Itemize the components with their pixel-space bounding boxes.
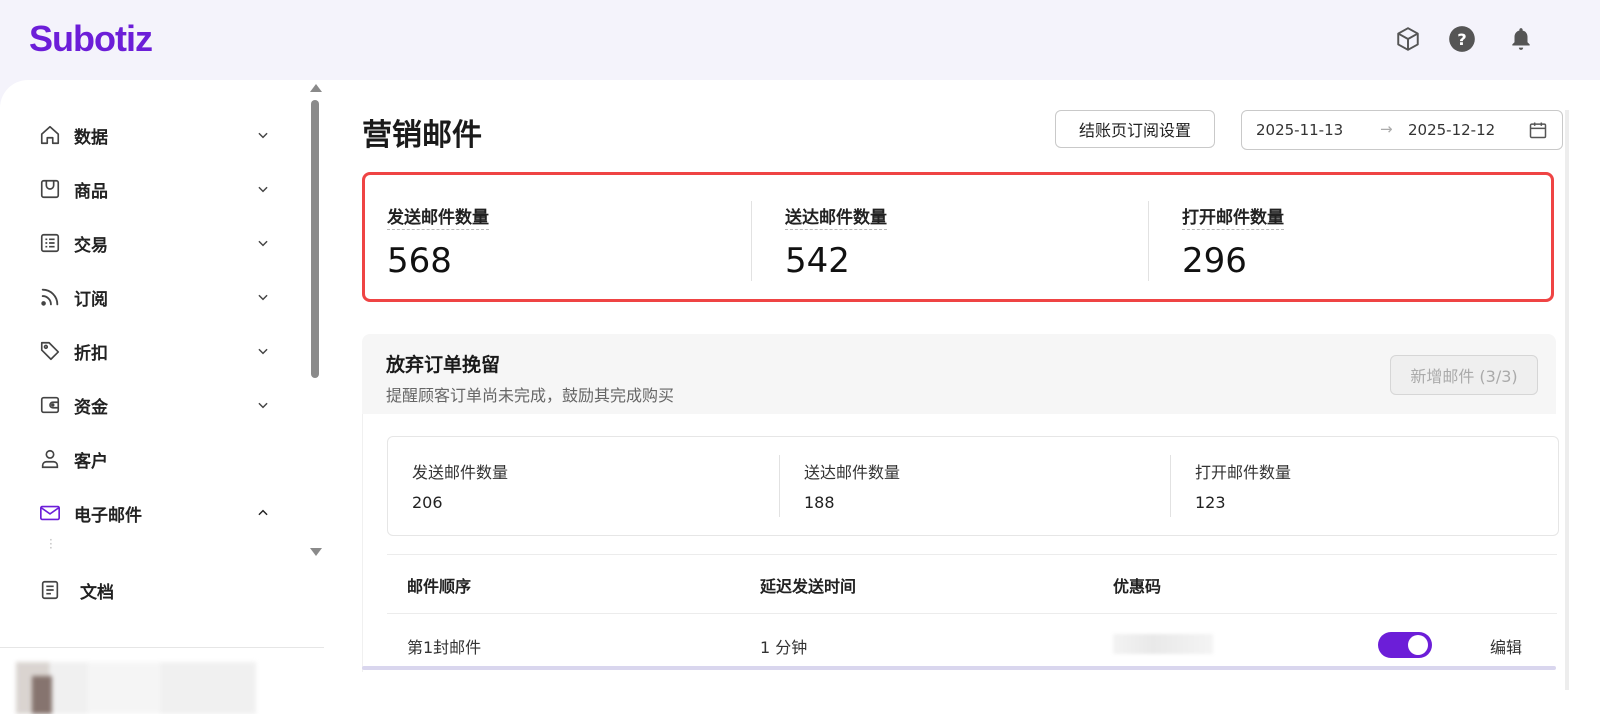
column-header-order: 邮件顺序 xyxy=(407,577,472,596)
sidebar-item-transactions[interactable]: 交易 xyxy=(0,223,290,263)
stat-value: 206 xyxy=(412,493,443,512)
summary-stats-panel: 发送邮件数量 568 送达邮件数量 542 打开邮件数量 296 xyxy=(362,172,1554,302)
user-icon xyxy=(38,447,62,471)
sidebar-item-label: 交易 xyxy=(74,235,108,256)
sidebar-divider xyxy=(0,647,324,648)
chevron-down-icon xyxy=(254,180,272,198)
sidebar-item-funds[interactable]: 资金 xyxy=(0,385,290,425)
sidebar-item-label: 折扣 xyxy=(74,343,108,364)
chevron-down-icon xyxy=(254,342,272,360)
abandoned-order-section-body: 发送邮件数量 206 送达邮件数量 188 打开邮件数量 123 邮件顺序 延迟… xyxy=(362,414,1559,672)
section-title: 放弃订单挽留 xyxy=(386,354,501,376)
end-date-input[interactable]: 2025-12-12 xyxy=(1408,121,1495,139)
coupon-code-blurred xyxy=(1113,634,1213,654)
sidebar-item-label: 客户 xyxy=(74,451,108,472)
sidebar-item-email[interactable]: 电子邮件 xyxy=(0,493,290,533)
stat-value: 123 xyxy=(1195,493,1226,512)
main-content: 营销邮件 结账页订阅设置 2025-11-13 → 2025-12-12 发送邮… xyxy=(324,80,1600,714)
edit-link[interactable]: 编辑 xyxy=(1490,634,1522,658)
chevron-down-icon xyxy=(254,288,272,306)
divider xyxy=(751,201,752,281)
user-account-blurred[interactable] xyxy=(16,662,256,714)
mail-icon xyxy=(38,501,62,525)
email-order-cell: 第1封邮件 xyxy=(407,638,482,657)
stat-label: 打开邮件数量 xyxy=(1195,463,1292,482)
abandoned-order-section-header: 放弃订单挽留 提醒顾客订单尚未完成，鼓励其完成购买 新增邮件 (3/3) xyxy=(362,334,1556,414)
stat-opened: 打开邮件数量 296 xyxy=(1160,175,1550,299)
sidebar-item-docs[interactable]: 文档 xyxy=(0,570,290,610)
divider xyxy=(1148,201,1149,281)
stat-label: 送达邮件数量 xyxy=(785,203,887,230)
sidebar-item-label: 电子邮件 xyxy=(74,505,142,526)
stat-label: 发送邮件数量 xyxy=(387,203,489,230)
sidebar-scroll-up[interactable] xyxy=(310,84,322,92)
sidebar-item-label: 商品 xyxy=(74,181,108,202)
sidebar: 数据 商品 交易 订阅 折扣 资金 客户 电子邮件 · · · 文档 xyxy=(0,80,325,714)
sidebar-scroll-down[interactable] xyxy=(310,548,322,556)
calendar-icon[interactable] xyxy=(1528,120,1548,140)
stat-delivered: 送达邮件数量 542 xyxy=(763,175,1153,299)
wallet-icon xyxy=(38,393,62,417)
section-subtitle: 提醒顾客订单尚未完成，鼓励其完成购买 xyxy=(386,386,675,405)
date-range-picker[interactable]: 2025-11-13 → 2025-12-12 xyxy=(1241,110,1563,150)
stat-label: 发送邮件数量 xyxy=(412,463,509,482)
sidebar-item-products[interactable]: 商品 xyxy=(0,169,290,209)
sidebar-item-discounts[interactable]: 折扣 xyxy=(0,331,290,371)
logo[interactable]: Subotiz xyxy=(29,18,153,60)
column-header-delay: 延迟发送时间 xyxy=(760,577,857,596)
chevron-up-icon xyxy=(254,504,272,522)
stat-label: 送达邮件数量 xyxy=(804,463,901,482)
list-icon xyxy=(38,231,62,255)
chevron-down-icon xyxy=(254,126,272,144)
delay-cell: 1 分钟 xyxy=(760,638,808,657)
stat-label: 打开邮件数量 xyxy=(1182,203,1284,230)
home-icon xyxy=(38,123,62,147)
store-icon xyxy=(38,177,62,201)
start-date-input[interactable]: 2025-11-13 xyxy=(1256,121,1343,139)
tag-icon xyxy=(38,339,62,363)
sidebar-item-label: 数据 xyxy=(74,127,108,148)
column-header-coupon: 优惠码 xyxy=(1113,577,1162,596)
svg-text:?: ? xyxy=(1457,30,1466,49)
section-stat-sent: 发送邮件数量 206 xyxy=(388,437,778,535)
chevron-down-icon xyxy=(254,234,272,252)
section-stat-delivered: 送达邮件数量 188 xyxy=(780,437,1170,535)
stat-value: 568 xyxy=(387,241,452,281)
page-title: 营销邮件 xyxy=(362,118,482,153)
sidebar-scrollbar[interactable] xyxy=(311,100,319,378)
rss-icon xyxy=(38,285,62,309)
help-icon[interactable]: ? xyxy=(1447,24,1477,54)
stat-value: 296 xyxy=(1182,241,1247,281)
document-icon xyxy=(38,578,62,602)
horizontal-scrollbar[interactable] xyxy=(362,666,1556,670)
main-scrollbar[interactable] xyxy=(1565,110,1569,690)
sidebar-item-label: 订阅 xyxy=(74,289,108,310)
sidebar-item-label: 资金 xyxy=(74,397,108,418)
add-email-button[interactable]: 新增邮件 (3/3) xyxy=(1390,355,1538,395)
package-icon[interactable] xyxy=(1393,24,1423,54)
checkout-subscription-settings-button[interactable]: 结账页订阅设置 xyxy=(1055,110,1215,148)
sidebar-item-data[interactable]: 数据 xyxy=(0,115,290,155)
table-header: 邮件顺序 延迟发送时间 优惠码 xyxy=(387,554,1557,614)
top-bar: Subotiz ? xyxy=(0,0,1600,80)
submenu-indicator: · · · xyxy=(49,533,53,555)
section-stat-opened: 打开邮件数量 123 xyxy=(1171,437,1561,535)
sidebar-item-subscriptions[interactable]: 订阅 xyxy=(0,277,290,317)
section-stats: 发送邮件数量 206 送达邮件数量 188 打开邮件数量 123 xyxy=(387,436,1559,536)
sidebar-item-label: 文档 xyxy=(80,582,114,603)
stat-value: 542 xyxy=(785,241,850,281)
sidebar-item-customers[interactable]: 客户 xyxy=(0,439,290,479)
chevron-down-icon xyxy=(254,396,272,414)
stat-sent: 发送邮件数量 568 xyxy=(365,175,755,299)
arrow-right-icon: → xyxy=(1380,120,1393,138)
bell-icon[interactable] xyxy=(1506,24,1536,54)
stat-value: 188 xyxy=(804,493,835,512)
email-enabled-toggle[interactable] xyxy=(1378,632,1432,658)
